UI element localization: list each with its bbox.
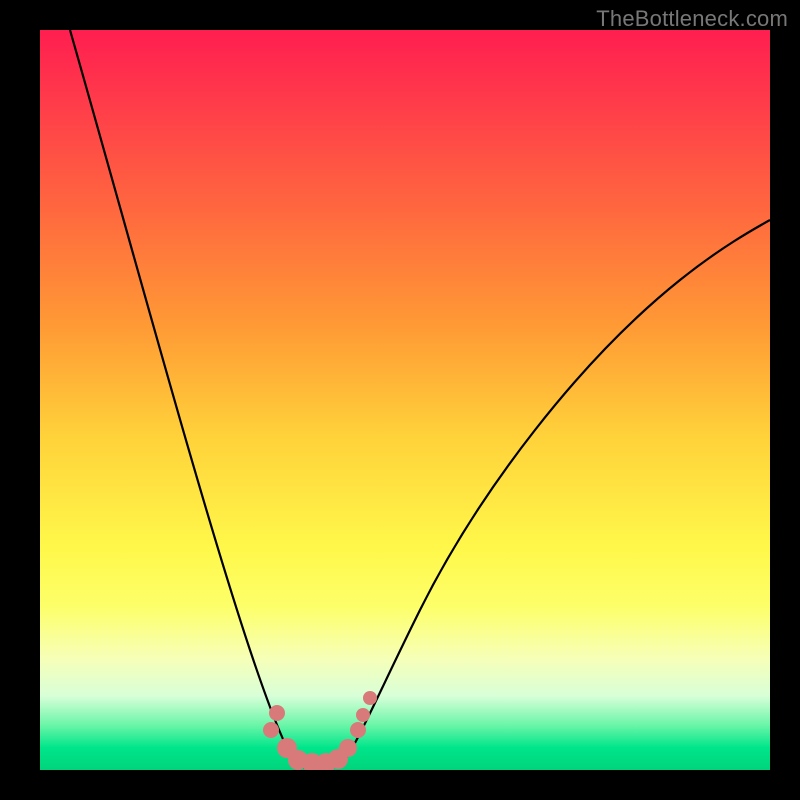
right-curve xyxy=(340,220,770,766)
left-curve xyxy=(70,30,298,766)
chart-frame: TheBottleneck.com xyxy=(0,0,800,800)
plot-area xyxy=(40,30,770,770)
watermark-text: TheBottleneck.com xyxy=(596,6,788,32)
curve-layer xyxy=(40,30,770,770)
